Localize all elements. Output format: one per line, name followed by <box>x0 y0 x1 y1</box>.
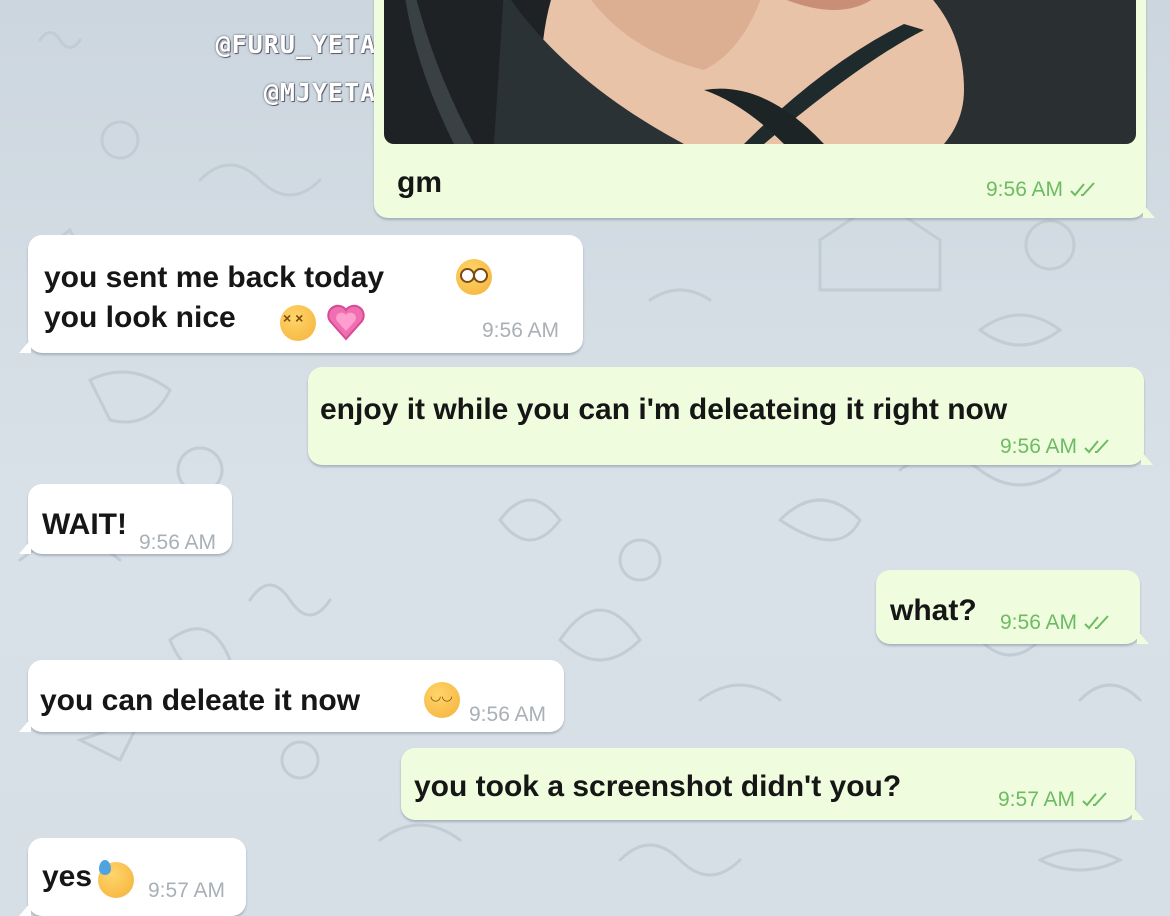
double-check-icon <box>1070 182 1095 197</box>
confounded-face-emoji <box>280 305 316 341</box>
message-time: 9:56 AM <box>986 178 1099 202</box>
double-check-icon <box>1084 439 1109 454</box>
downcast-sweat-face-emoji <box>98 860 134 898</box>
flushed-face-emoji <box>456 259 492 295</box>
growing-heart-emoji <box>327 304 365 341</box>
message-time: 9:57 AM <box>998 788 1111 812</box>
message-time: 9:57 AM <box>148 879 226 902</box>
message-line-2: you look nice <box>44 301 236 334</box>
message-text: enjoy it while you can i'm deleateing it… <box>320 393 1008 426</box>
message-text: gm <box>397 166 442 199</box>
message-time-label: 9:56 AM <box>1000 611 1078 634</box>
message-time: 9:56 AM <box>1000 435 1113 459</box>
outgoing-message[interactable]: what? 9:56 AM <box>876 570 1149 644</box>
message-text: what? <box>890 594 977 627</box>
double-check-icon <box>1084 615 1109 630</box>
message-time-label: 9:56 AM <box>986 178 1064 201</box>
message-time: 9:56 AM <box>139 531 217 554</box>
incoming-message[interactable]: yes 9:57 AM <box>19 838 246 916</box>
outgoing-message[interactable]: enjoy it while you can i'm deleateing it… <box>308 367 1153 465</box>
message-time: 9:56 AM <box>482 319 560 342</box>
message-text: yes <box>42 860 93 893</box>
message-text: WAIT! <box>42 508 127 541</box>
message-text: you can deleate it now <box>40 684 361 717</box>
incoming-message[interactable]: you can deleate it now 9:56 AM <box>19 660 564 732</box>
message-time: 9:56 AM <box>1000 611 1113 635</box>
message-time: 9:56 AM <box>469 703 547 726</box>
message-text: you took a screenshot didn't you? <box>414 770 902 803</box>
outgoing-photo-message[interactable]: gm 9:56 AM <box>374 0 1155 218</box>
double-check-icon <box>1082 792 1107 807</box>
outgoing-message[interactable]: you took a screenshot didn't you? 9:57 A… <box>401 748 1144 820</box>
message-time-label: 9:56 AM <box>1000 435 1078 458</box>
incoming-message[interactable]: WAIT! 9:56 AM <box>19 484 232 554</box>
anime-photo-thumbnail[interactable] <box>384 0 1136 144</box>
incoming-message[interactable]: you sent me back today you look nice 9:5… <box>19 235 583 353</box>
message-time-label: 9:57 AM <box>998 788 1076 811</box>
message-line-1: you sent me back today <box>44 261 385 294</box>
smiling-face-emoji <box>424 682 460 718</box>
